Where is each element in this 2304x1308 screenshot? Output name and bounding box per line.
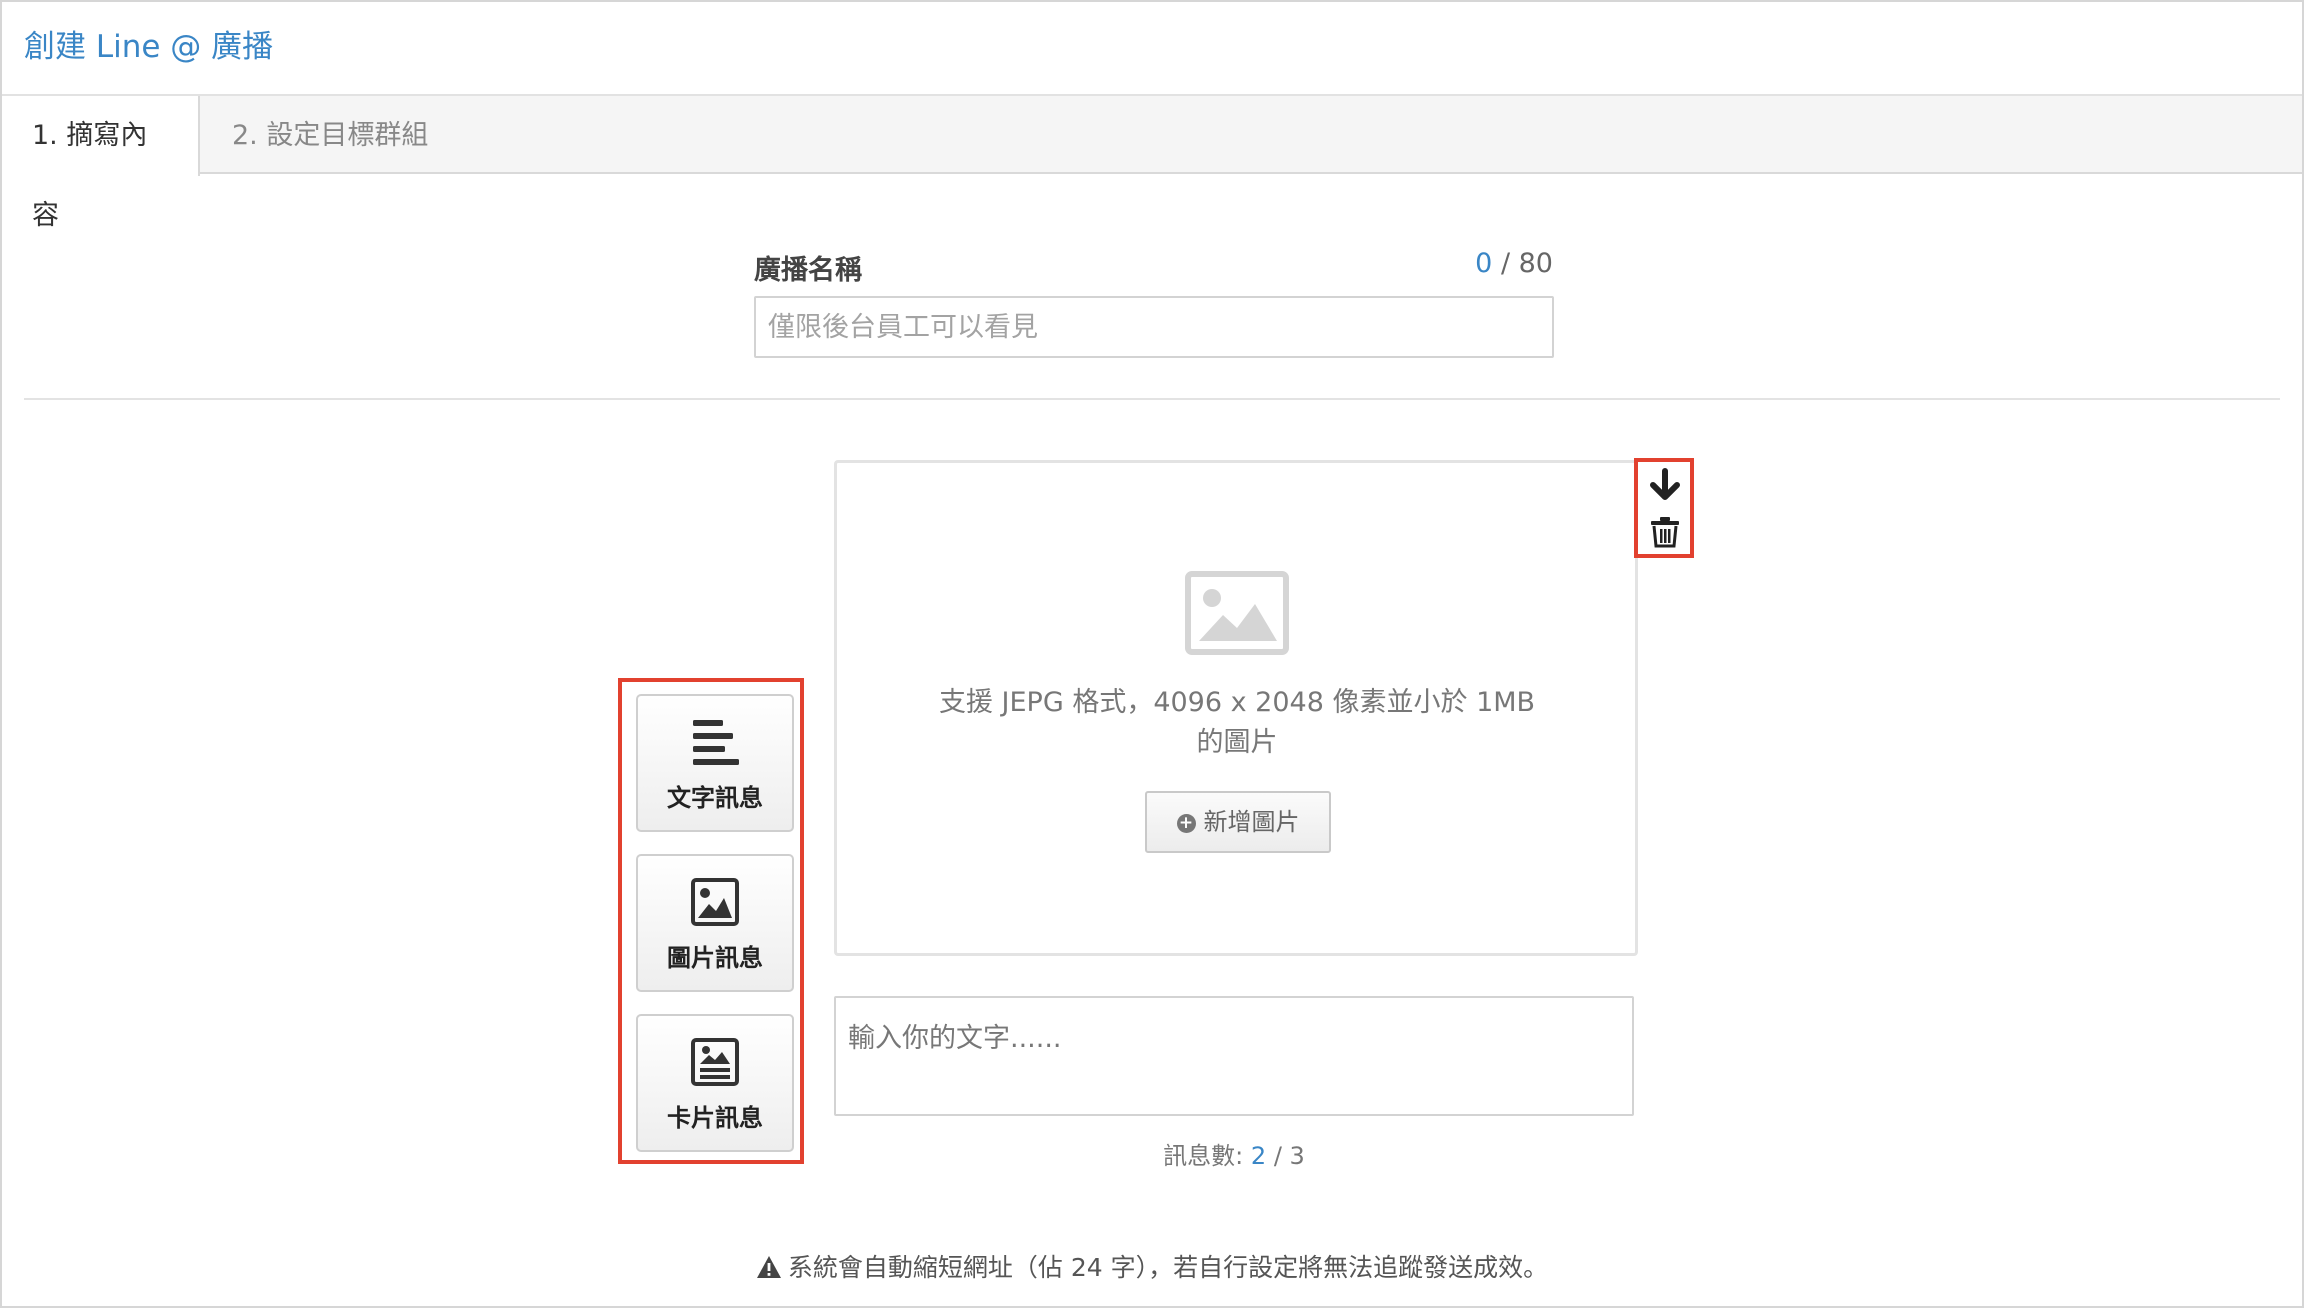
add-image-button[interactable]: + 新增圖片	[1145, 791, 1331, 853]
card-message-label: 卡片訊息	[667, 1104, 763, 1132]
text-lines-icon	[693, 720, 739, 765]
broadcast-name-input[interactable]	[754, 296, 1554, 358]
trash-icon[interactable]	[1650, 516, 1680, 548]
text-message-label: 文字訊息	[667, 784, 763, 812]
card-icon	[691, 1038, 739, 1086]
image-message-button[interactable]: 圖片訊息	[636, 854, 794, 992]
image-placeholder-icon	[1185, 571, 1289, 655]
card-action-toolbar	[1634, 458, 1694, 558]
message-count: 訊息數: 2 / 3	[834, 1136, 1634, 1171]
notice-text: 系統會自動縮短網址（佔 24 字），若自行設定將無法追蹤發送成效。	[787, 1253, 1549, 1282]
add-image-label: 新增圖片	[1203, 808, 1300, 836]
message-count-current: 2	[1250, 1142, 1267, 1170]
plus-circle-icon: +	[1176, 814, 1196, 833]
message-count-max: / 3	[1273, 1142, 1305, 1170]
image-icon	[691, 878, 739, 926]
text-message-input[interactable]	[834, 996, 1634, 1116]
warning-icon	[756, 1256, 781, 1278]
tab-compose-content[interactable]: 1. 摘寫內容	[2, 96, 200, 231]
url-shortening-notice: 系統會自動縮短網址（佔 24 字），若自行設定將無法追蹤發送成效。	[2, 1248, 2302, 1284]
broadcast-editor-page: 創建 Line @ 廣播 1. 摘寫內容 2. 設定目標群組 廣播名稱 0 / …	[0, 0, 2304, 1308]
image-message-label: 圖片訊息	[667, 944, 763, 972]
section-divider	[24, 398, 2280, 400]
message-count-label: 訊息數:	[1163, 1142, 1244, 1170]
card-message-button[interactable]: 卡片訊息	[636, 1014, 794, 1152]
image-format-hint: 支援 JEPG 格式，4096 x 2048 像素並小於 1MB 的圖片	[897, 683, 1577, 763]
step-tabs: 1. 摘寫內容 2. 設定目標群組	[2, 94, 2302, 231]
message-type-menu: 文字訊息 圖片訊息 卡片訊息	[618, 678, 804, 1164]
broadcast-name-label: 廣播名稱	[754, 255, 862, 286]
broadcast-name-char-counter: 0 / 80	[1475, 248, 1553, 279]
image-message-card: 支援 JEPG 格式，4096 x 2048 像素並小於 1MB 的圖片 + 新增…	[834, 460, 1638, 956]
arrow-down-icon[interactable]	[1648, 468, 1682, 502]
char-count-current: 0	[1475, 248, 1493, 279]
image-format-hint-line1: 支援 JEPG 格式，4096 x 2048 像素並小於 1MB	[938, 687, 1536, 718]
image-format-hint-line2: 的圖片	[1196, 727, 1278, 758]
text-message-button[interactable]: 文字訊息	[636, 694, 794, 832]
tab-target-group[interactable]: 2. 設定目標群組	[202, 96, 458, 176]
char-count-max: / 80	[1500, 248, 1553, 279]
page-title: 創建 Line @ 廣播	[24, 29, 274, 65]
